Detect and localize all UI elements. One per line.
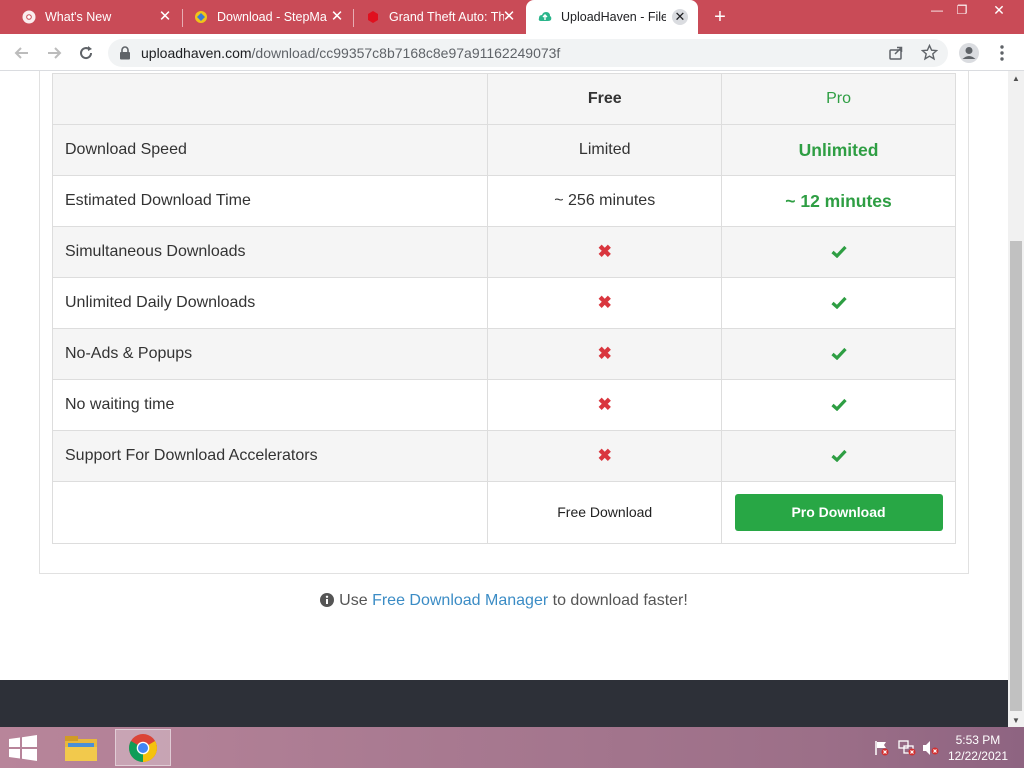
feature-header (51, 73, 489, 125)
feature-label: Unlimited Daily Downloads (51, 277, 489, 329)
scroll-thumb[interactable] (1010, 241, 1022, 711)
plan-comparison-table: Free Pro Download Speed Limited Unlimite… (51, 73, 956, 544)
hint-prefix: Use (339, 592, 368, 609)
tab-title: Grand Theft Auto: Th (389, 10, 504, 24)
page-footer (0, 680, 1008, 727)
free-value: Limited (487, 124, 723, 176)
tab-title: What's New (45, 10, 112, 24)
tab-stepmania[interactable]: Download - StepMa ✕ (172, 0, 354, 34)
vertical-scrollbar[interactable]: ▲ ▼ (1008, 71, 1024, 727)
close-icon[interactable]: ✕ (330, 9, 344, 24)
scroll-down-arrow-icon[interactable]: ▼ (1012, 716, 1020, 725)
address-bar[interactable]: uploadhaven.com/download/cc99357c8b7168c… (108, 39, 948, 67)
share-icon[interactable] (888, 45, 904, 66)
pro-header: Pro (721, 73, 956, 125)
uploadhaven-icon (538, 10, 552, 24)
file-explorer-button[interactable] (53, 729, 109, 766)
free-download-link[interactable]: Free Download (557, 504, 652, 520)
download-manager-hint: Use Free Download Manager to download fa… (0, 592, 1008, 612)
window-close-icon[interactable]: ✕ (984, 0, 1014, 22)
close-icon[interactable]: ✕ (502, 9, 516, 24)
hint-suffix: to download faster! (552, 592, 688, 609)
info-icon (320, 593, 335, 612)
table-row: Download Speed Limited Unlimited (51, 124, 956, 176)
chrome-icon (129, 733, 157, 762)
page-viewport: Free Pro Download Speed Limited Unlimite… (0, 71, 1008, 727)
tab-uploadhaven[interactable]: UploadHaven - File ✕ (526, 0, 698, 34)
check-icon (830, 450, 847, 463)
free-header: Free (487, 73, 723, 125)
table-row: Simultaneous Downloads ✖ (51, 226, 956, 278)
reload-icon (80, 46, 93, 60)
tab-whats-new[interactable]: What's New ✕ (0, 0, 182, 34)
windows-taskbar: 5:53 PM 12/22/2021 (0, 727, 1024, 768)
free-download-manager-link[interactable]: Free Download Manager (372, 592, 548, 609)
table-row: Support For Download Accelerators ✖ (51, 430, 956, 482)
feature-label: Estimated Download Time (51, 175, 489, 227)
check-icon (830, 297, 847, 310)
profile-button[interactable] (957, 41, 981, 65)
network-icon[interactable] (898, 740, 916, 761)
free-value: ~ 256 minutes (487, 175, 723, 227)
forward-arrow-icon (48, 47, 62, 59)
feature-label: Support For Download Accelerators (51, 430, 489, 482)
close-icon[interactable]: ✕ (672, 9, 688, 25)
new-tab-button[interactable]: + (709, 6, 731, 28)
folder-icon (65, 735, 97, 761)
feature-label: No waiting time (51, 379, 489, 431)
tab-gta[interactable]: Grand Theft Auto: Th ✕ (344, 0, 526, 34)
pro-value: ~ 12 minutes (721, 175, 956, 227)
chrome-taskbar-button[interactable] (115, 729, 171, 766)
menu-button[interactable] (990, 41, 1014, 65)
kebab-menu-icon (1000, 45, 1004, 61)
cross-icon: ✖ (597, 446, 612, 465)
cross-icon: ✖ (597, 242, 612, 261)
pro-download-button[interactable]: Pro Download (734, 494, 943, 531)
check-icon (830, 246, 847, 259)
empty-cell (51, 481, 489, 544)
restore-icon[interactable]: ❐ (947, 0, 977, 22)
table-row: No-Ads & Popups ✖ (51, 328, 956, 380)
clock-time: 5:53 PM (955, 733, 1001, 747)
url-path: /download/cc99357c8b7168c8e97a9116224907… (251, 45, 561, 61)
pro-value: Unlimited (721, 124, 956, 176)
table-row: No waiting time ✖ (51, 379, 956, 431)
table-row: Unlimited Daily Downloads ✖ (51, 277, 956, 329)
forward-button[interactable] (42, 41, 66, 65)
cross-icon: ✖ (597, 344, 612, 363)
reload-button[interactable] (74, 41, 98, 65)
gta-icon (366, 10, 380, 24)
scroll-up-arrow-icon[interactable]: ▲ (1012, 74, 1020, 83)
table-header-row: Free Pro (51, 73, 956, 125)
profile-avatar-icon (959, 43, 979, 63)
feature-label: No-Ads & Popups (51, 328, 489, 380)
close-icon[interactable]: ✕ (158, 9, 172, 24)
stepmania-icon (194, 10, 208, 24)
windows-start-icon[interactable] (8, 735, 38, 766)
table-row: Estimated Download Time ~ 256 minutes ~ … (51, 175, 956, 227)
bookmark-star-icon[interactable] (920, 43, 939, 66)
clock-date: 12/22/2021 (947, 749, 1008, 763)
feature-label: Download Speed (51, 124, 489, 176)
cross-icon: ✖ (597, 293, 612, 312)
tab-title: UploadHaven - File (561, 10, 666, 24)
chrome-icon (22, 10, 36, 24)
feature-label: Simultaneous Downloads (51, 226, 489, 278)
url-text[interactable]: uploadhaven.com/download/cc99357c8b7168c… (141, 45, 560, 61)
download-actions-row: Free Download Pro Download (51, 481, 956, 544)
system-clock[interactable]: 5:53 PM 12/22/2021 (948, 732, 1008, 764)
cross-icon: ✖ (597, 395, 612, 414)
browser-toolbar: uploadhaven.com/download/cc99357c8b7168c… (0, 34, 1024, 71)
tab-title: Download - StepMa (217, 10, 327, 24)
back-arrow-icon (14, 47, 28, 59)
check-icon (830, 348, 847, 361)
action-center-flag-icon[interactable] (874, 740, 890, 761)
check-icon (830, 399, 847, 412)
url-domain: uploadhaven.com (141, 45, 252, 61)
volume-muted-icon[interactable] (922, 740, 940, 761)
lock-icon[interactable] (119, 46, 131, 65)
tab-strip: What's New ✕ Download - StepMa ✕ Grand T… (0, 0, 1024, 34)
back-button[interactable] (10, 41, 34, 65)
